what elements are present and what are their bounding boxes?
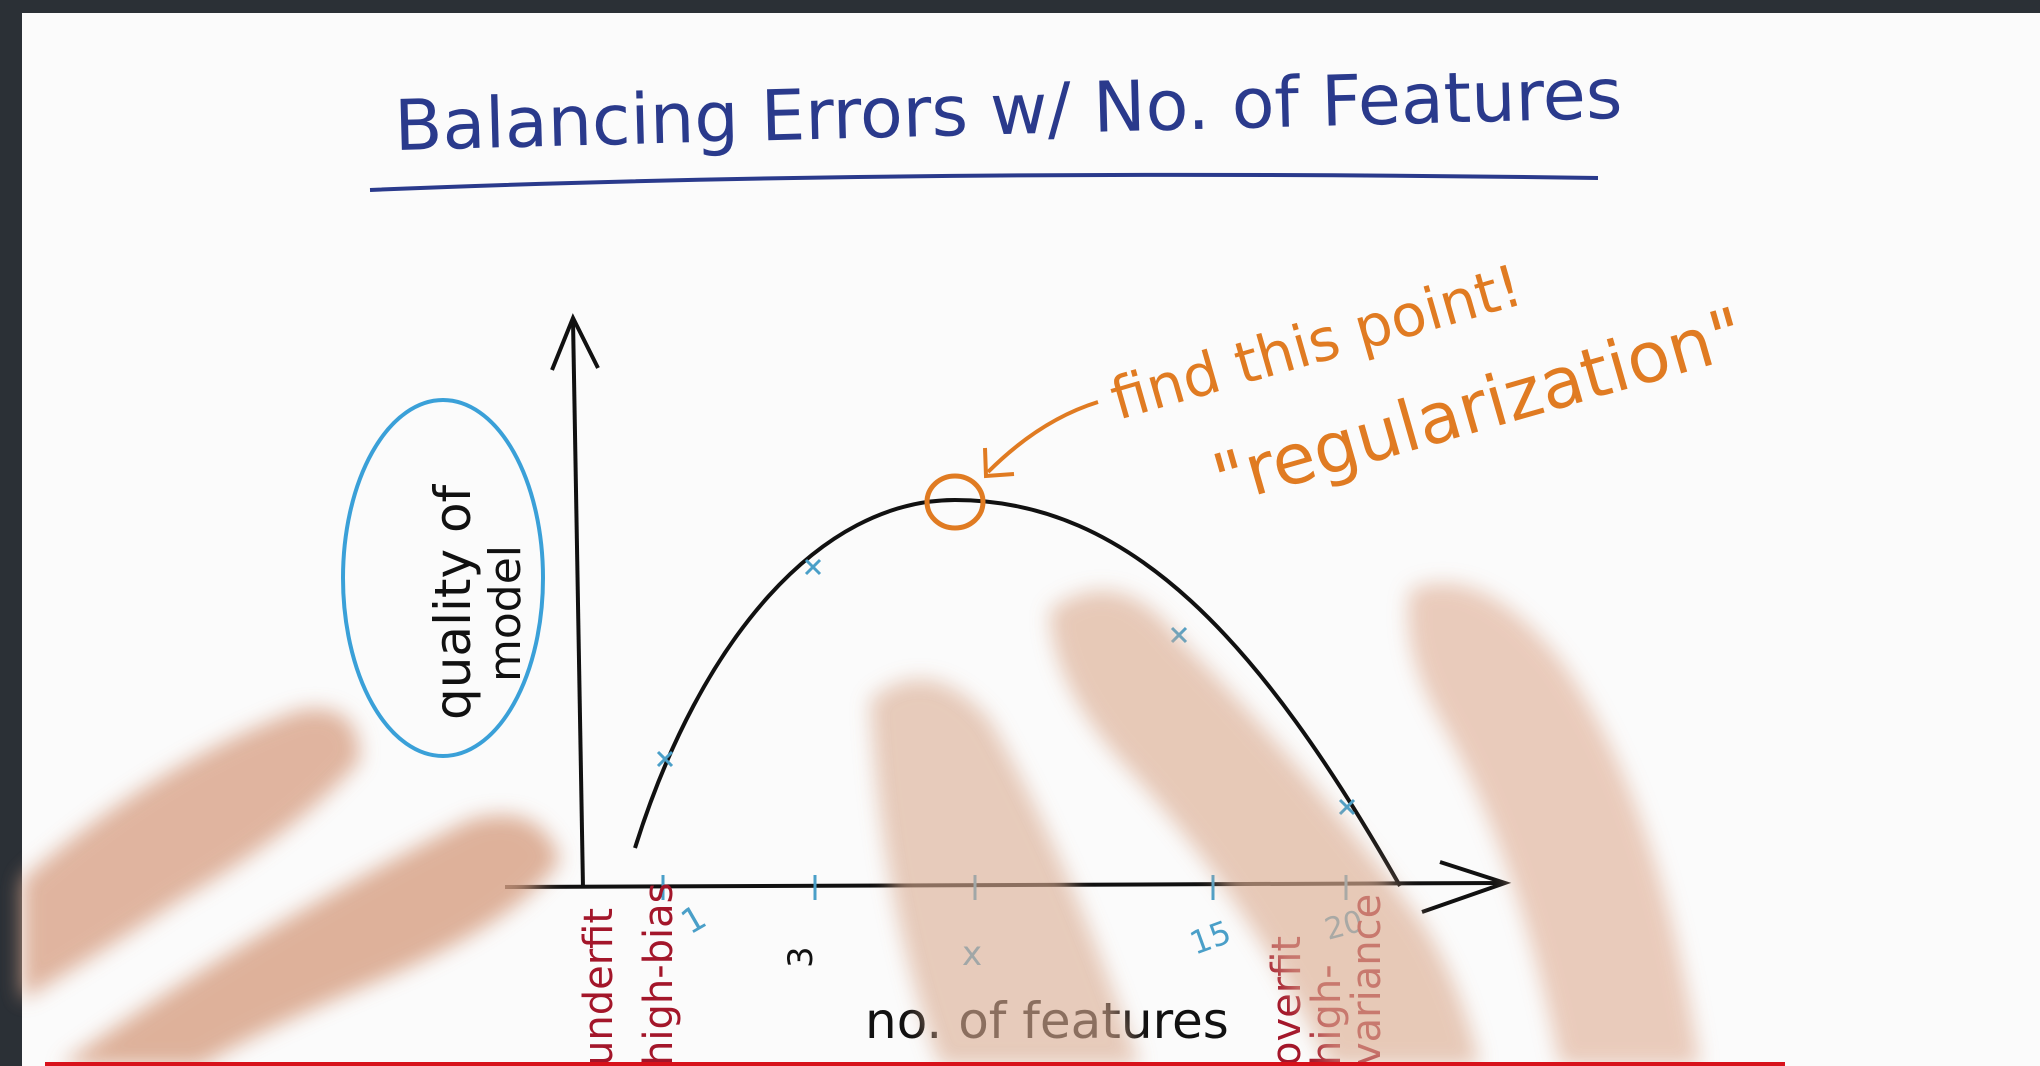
- title-underline: [369, 172, 1599, 192]
- underfit-line-2: high-bias: [636, 883, 682, 1066]
- presenter-hands: [22, 583, 1700, 1066]
- y-axis: [571, 319, 585, 889]
- diagram-title: Balancing Errors w/ No. of Features: [393, 53, 1623, 167]
- underfit-label: underfit high-bias: [576, 883, 682, 1066]
- ylabel-line-1: quality of: [424, 483, 482, 720]
- diagram-canvas: Balancing Errors w/ No. of Features find…: [22, 53, 1753, 1066]
- ylabel-group: quality of model: [424, 483, 531, 720]
- underfit-line-1: underfit: [576, 908, 622, 1066]
- annotation-arrow: [986, 400, 1099, 474]
- tick-label-15: 15: [1185, 913, 1236, 963]
- ylabel-line-2: model: [480, 545, 531, 682]
- curve-mark: [804, 558, 822, 576]
- tick-label-3: 3: [781, 946, 821, 968]
- video-progress-bar[interactable]: [45, 1062, 1785, 1066]
- x-axis-arrow: [1421, 860, 1512, 914]
- video-frame: Balancing Errors w/ No. of Features find…: [0, 0, 2040, 1066]
